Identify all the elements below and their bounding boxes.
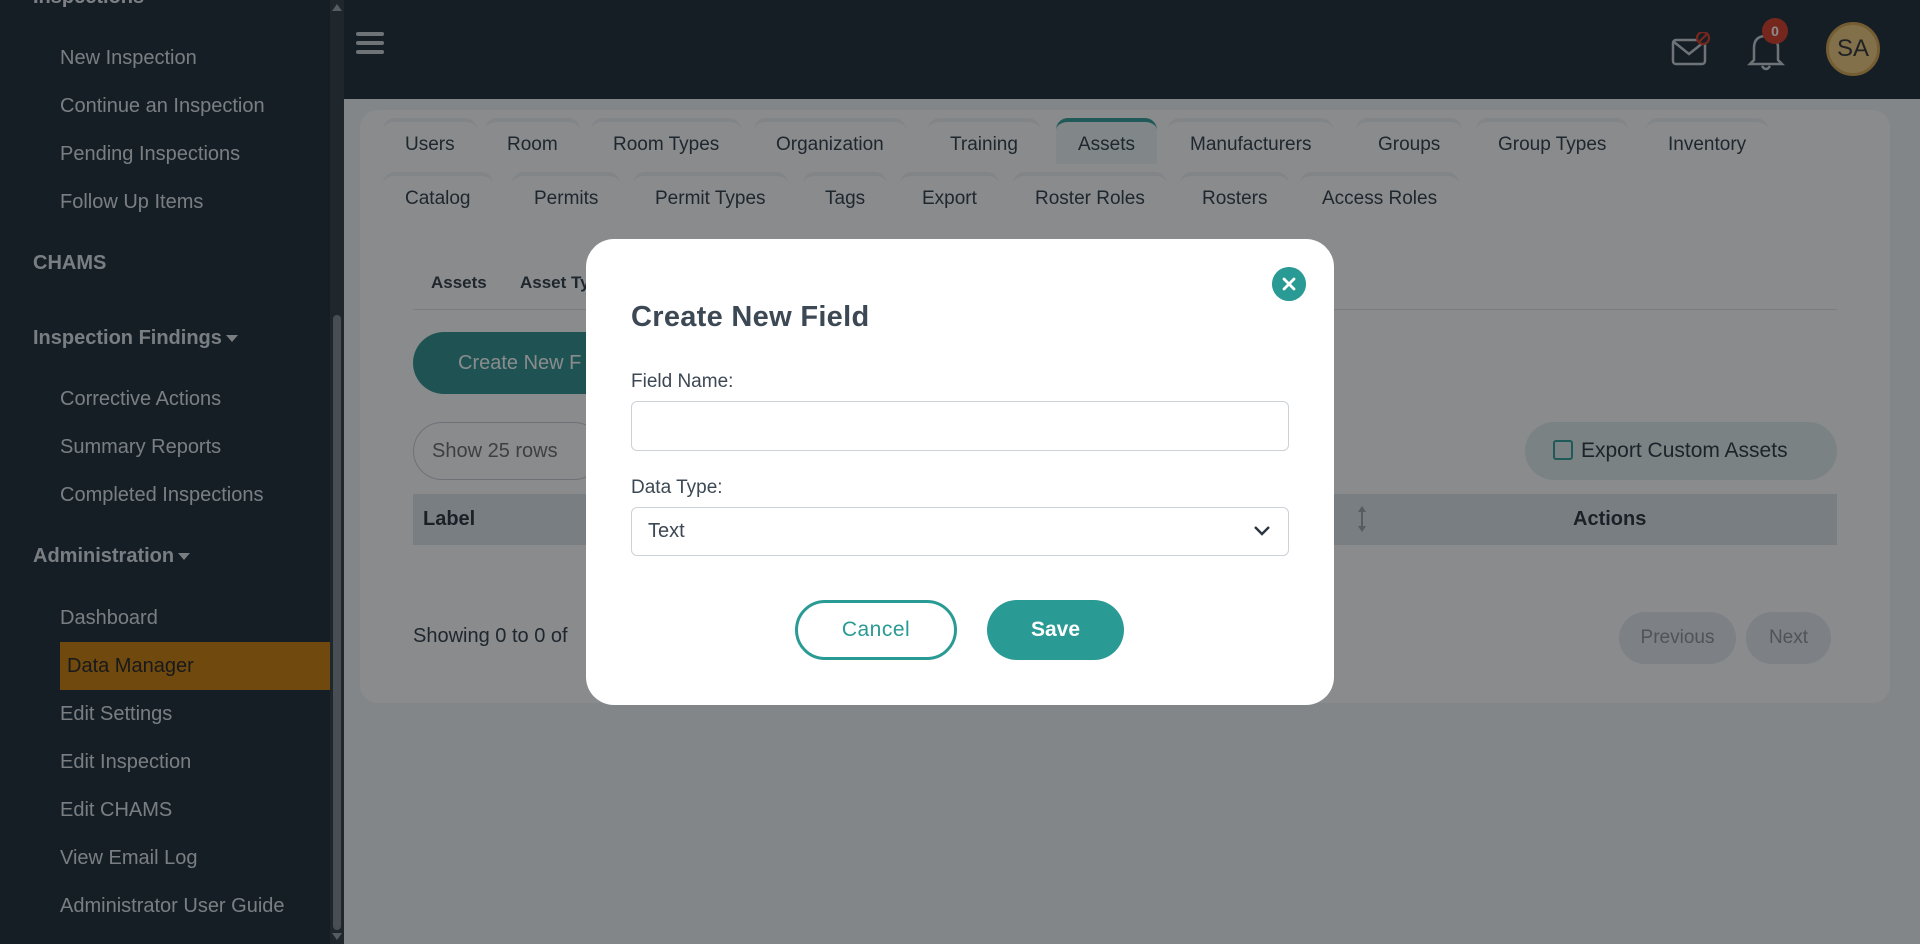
chevron-down-icon bbox=[1254, 526, 1270, 536]
create-new-field-modal: Create New Field Field Name: Data Type: … bbox=[586, 239, 1334, 705]
data-type-select[interactable]: Text bbox=[631, 507, 1289, 556]
data-type-value: Text bbox=[648, 520, 685, 542]
field-name-label: Field Name: bbox=[631, 371, 734, 392]
cancel-button[interactable]: Cancel bbox=[795, 600, 957, 660]
close-icon[interactable] bbox=[1272, 267, 1306, 301]
field-name-input[interactable] bbox=[631, 401, 1289, 451]
modal-title: Create New Field bbox=[631, 301, 870, 333]
data-type-label: Data Type: bbox=[631, 477, 723, 498]
save-button[interactable]: Save bbox=[987, 600, 1124, 660]
